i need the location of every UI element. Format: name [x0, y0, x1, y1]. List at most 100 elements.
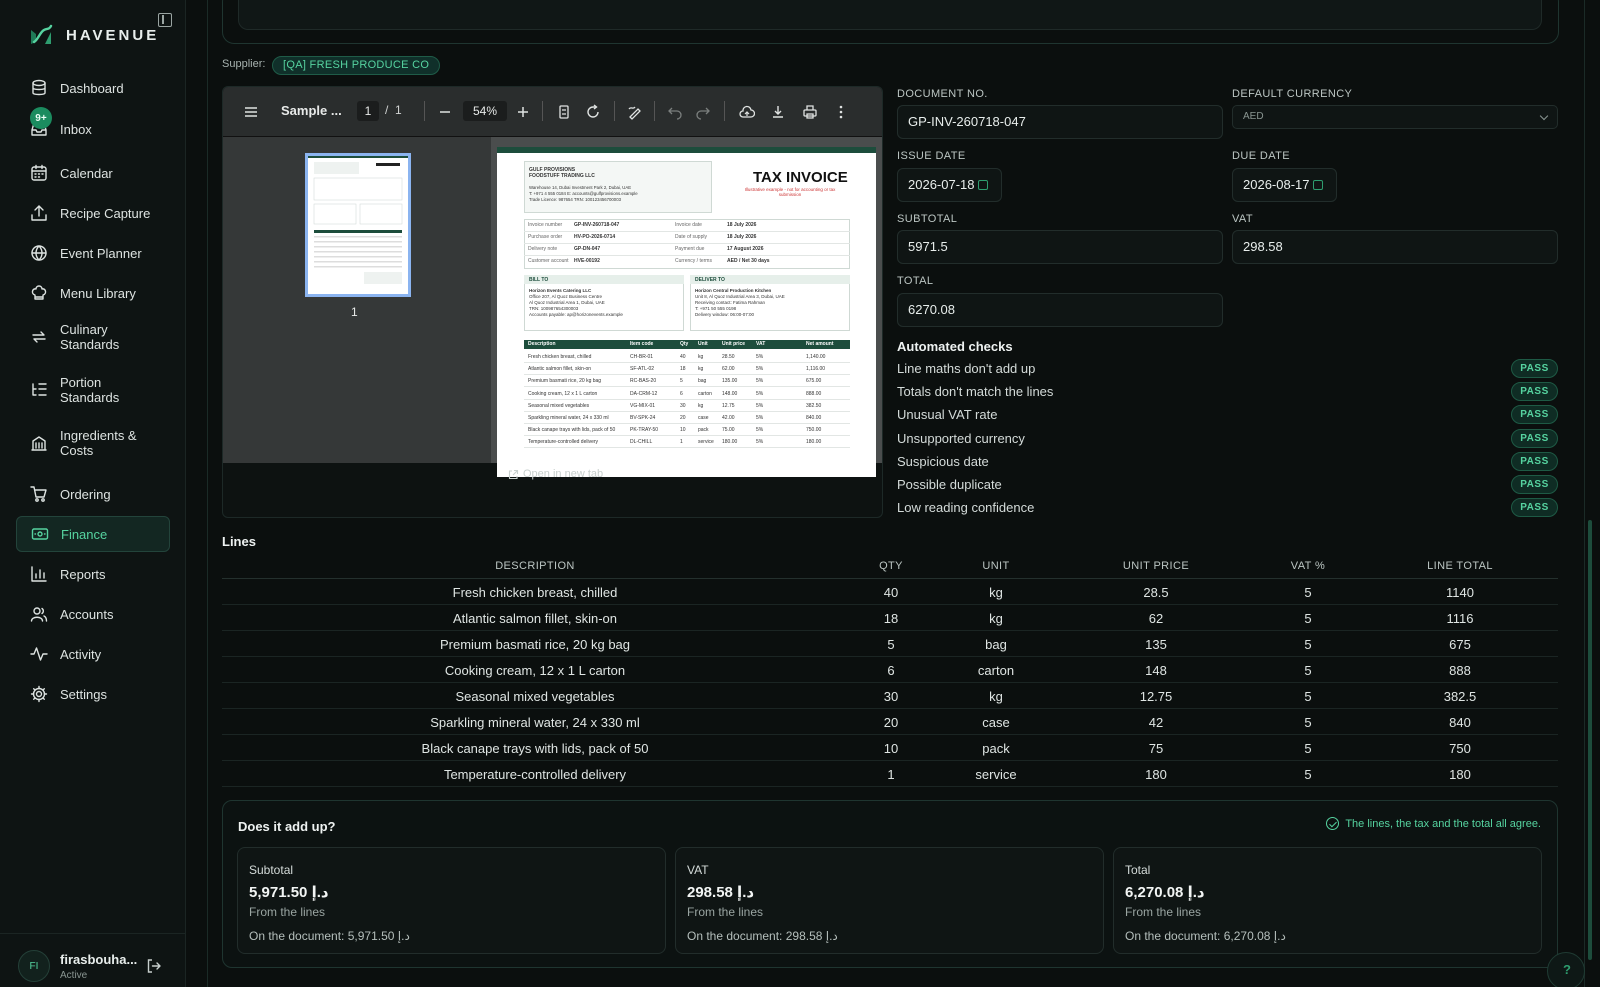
zoom-level[interactable]: 54% — [463, 101, 507, 121]
sidebar-item-recipe-capture[interactable]: Recipe Capture — [16, 195, 170, 231]
sidebar-item-activity[interactable]: Activity — [16, 636, 170, 672]
brand[interactable]: HAVENUE — [28, 22, 159, 48]
sidebar-item-menu-library[interactable]: Menu Library — [16, 275, 170, 311]
invoice-meta-value: HV-PO-2026-0714 — [574, 234, 616, 240]
subtotal-input[interactable]: 5971.5 — [897, 230, 1223, 264]
sidebar-item-ordering[interactable]: Ordering — [16, 476, 170, 512]
undo-icon[interactable] — [667, 104, 683, 120]
lines-column-header[interactable]: QTY — [861, 560, 921, 572]
open-in-new-tab-label: Open in new tab — [523, 468, 604, 480]
total-input[interactable]: 6270.08 — [897, 293, 1223, 327]
summary-card-value: 5,971.50 د.إ — [249, 884, 329, 901]
invoice-table-cell: 675.00 — [806, 378, 822, 385]
document-no-input[interactable]: GP-INV-260718-047 — [897, 105, 1223, 139]
logout-icon[interactable] — [146, 958, 162, 974]
check-row: Line maths don't add up PASS — [897, 359, 1558, 379]
invoice-table-cell: 5% — [756, 378, 764, 385]
table-row[interactable]: Fresh chicken breast, chilled 40 kg 28.5 5 11… — [222, 579, 1558, 605]
zoom-in-icon[interactable] — [515, 104, 531, 120]
lines-column-header[interactable]: LINE TOTAL — [1400, 560, 1520, 572]
page-number-input[interactable]: 1 — [357, 101, 379, 121]
fit-page-icon[interactable] — [556, 104, 572, 120]
redo-icon[interactable] — [695, 104, 711, 120]
sidebar-item-label: Ingredients & Costs — [60, 428, 137, 458]
vat-input[interactable]: 298.58 — [1232, 230, 1558, 264]
invoice-meta-key: Payment due — [675, 246, 705, 252]
invoice-meta-value: 18 July 2026 — [727, 234, 757, 240]
sidebar-item-culinary-standards[interactable]: Culinary Standards — [16, 316, 170, 358]
supplier-chip[interactable]: [QA] FRESH PRODUCE CO — [272, 56, 441, 75]
lines-column-header[interactable]: VAT % — [1268, 560, 1348, 572]
invoice-table-row: Sparkling mineral water, 24 x 330 ml BV-S… — [524, 412, 850, 424]
user-profile[interactable]: FI firasbouha... Active — [0, 933, 186, 987]
deliver-to-label: DELIVER TO — [695, 277, 725, 283]
invoice-table-header-cell: Item code — [630, 341, 654, 347]
table-row[interactable]: Black canape trays with lids, pack of 50… — [222, 735, 1558, 761]
calendar-icon[interactable] — [977, 180, 988, 190]
add-up-message: The lines, the tax and the total all agr… — [1345, 817, 1541, 830]
sidebar-item-accounts[interactable]: Accounts — [16, 596, 170, 632]
table-row[interactable]: Sparkling mineral water, 24 x 330 ml 20 ca… — [222, 709, 1558, 735]
sidebar-item-finance[interactable]: Finance — [16, 516, 170, 552]
table-row[interactable]: Temperature-controlled delivery 1 service 1… — [222, 761, 1558, 787]
table-cell: 888 — [1449, 663, 1471, 678]
cart-icon — [30, 486, 47, 502]
print-icon[interactable] — [802, 104, 818, 120]
calendar-icon[interactable] — [1312, 180, 1323, 190]
lines-column-header[interactable]: UNIT PRICE — [1096, 560, 1216, 572]
check-label: Suspicious date — [897, 453, 989, 469]
default-currency-value: AED — [1243, 111, 1264, 122]
sidebar-item-event-planner[interactable]: Event Planner — [16, 235, 170, 271]
sidebar-item-label: Inbox — [60, 121, 92, 137]
invoice-meta-key: Purchase order — [528, 234, 563, 240]
invoice-table-cell: SF-ATL-02 — [630, 366, 655, 373]
sidebar-item-portion-standards[interactable]: Portion Standards — [16, 369, 170, 411]
table-cell: Atlantic salmon fillet, skin-on — [452, 611, 617, 626]
open-in-new-tab-link[interactable]: Open in new tab — [508, 468, 603, 480]
menu-icon[interactable] — [243, 104, 259, 120]
scrollbar[interactable] — [1588, 520, 1592, 960]
invoice-table-header-cell: Qty — [680, 341, 689, 347]
invoice-table-cell: Black canape trays with lids, pack of 50 — [528, 427, 616, 434]
default-currency-select[interactable]: AED — [1232, 105, 1558, 129]
collapse-sidebar-icon[interactable] — [158, 13, 172, 27]
table-row[interactable]: Cooking cream, 12 x 1 L carton 6 carton 148… — [222, 657, 1558, 683]
table-row[interactable]: Atlantic salmon fillet, skin-on 18 kg 62 5 11… — [222, 605, 1558, 631]
sidebar-item-label: Menu Library — [60, 285, 136, 301]
table-cell: 5 — [1304, 767, 1312, 782]
table-cell: 750 — [1449, 741, 1471, 756]
table-row[interactable]: Seasonal mixed vegetables 30 kg 12.75 5 382.5 — [222, 683, 1558, 709]
rotate-icon[interactable] — [585, 104, 601, 120]
more-options-icon[interactable] — [833, 104, 849, 120]
page-thumbnail[interactable] — [305, 153, 411, 297]
draw-icon[interactable] — [627, 104, 643, 120]
issue-date-label: ISSUE DATE — [897, 150, 966, 162]
sidebar-item-calendar[interactable]: Calendar — [16, 155, 170, 191]
due-date-value: 2026-08-17 — [1243, 177, 1310, 192]
table-row[interactable]: Premium basmati rice, 20 kg bag 5 bag 135 5 6… — [222, 631, 1558, 657]
subtotal-label: SUBTOTAL — [897, 213, 958, 225]
status-badge: PASS — [1511, 451, 1558, 471]
sidebar-item-reports[interactable]: Reports — [16, 556, 170, 592]
table-cell: 75 — [1148, 741, 1164, 756]
download-icon[interactable] — [770, 104, 786, 120]
invoice-table-cell: 62.00 — [722, 366, 735, 373]
sidebar-item-ingredients-costs[interactable]: Ingredients & Costs — [16, 422, 170, 464]
pdf-toolbar: Sample ... 1 / 1 54% — [223, 87, 882, 137]
pdf-page-area[interactable]: GULF PROVISIONS FOODSTUFF TRADING LLC Wa… — [491, 137, 882, 477]
issue-date-input[interactable]: 2026-07-18 — [897, 168, 1002, 202]
help-button[interactable] — [1547, 952, 1586, 987]
invoice-table-cell: 1,140.00 — [806, 354, 826, 360]
invoice-table-cell: 180.00 — [806, 439, 822, 446]
zoom-out-icon[interactable] — [437, 104, 453, 120]
due-date-input[interactable]: 2026-08-17 — [1232, 168, 1337, 202]
sidebar-item-dashboard[interactable]: Dashboard — [16, 70, 170, 106]
save-cloud-icon[interactable] — [739, 104, 755, 120]
sidebar-item-inbox[interactable]: Inbox 9+ — [16, 107, 170, 147]
table-cell: 180 — [1449, 767, 1471, 782]
summary-card-label: Subtotal — [249, 863, 294, 877]
pdf-page: GULF PROVISIONS FOODSTUFF TRADING LLC Wa… — [497, 147, 876, 477]
lines-column-header[interactable]: DESCRIPTION — [325, 560, 745, 572]
lines-column-header[interactable]: UNIT — [951, 560, 1041, 572]
sidebar-item-settings[interactable]: Settings — [16, 676, 170, 712]
